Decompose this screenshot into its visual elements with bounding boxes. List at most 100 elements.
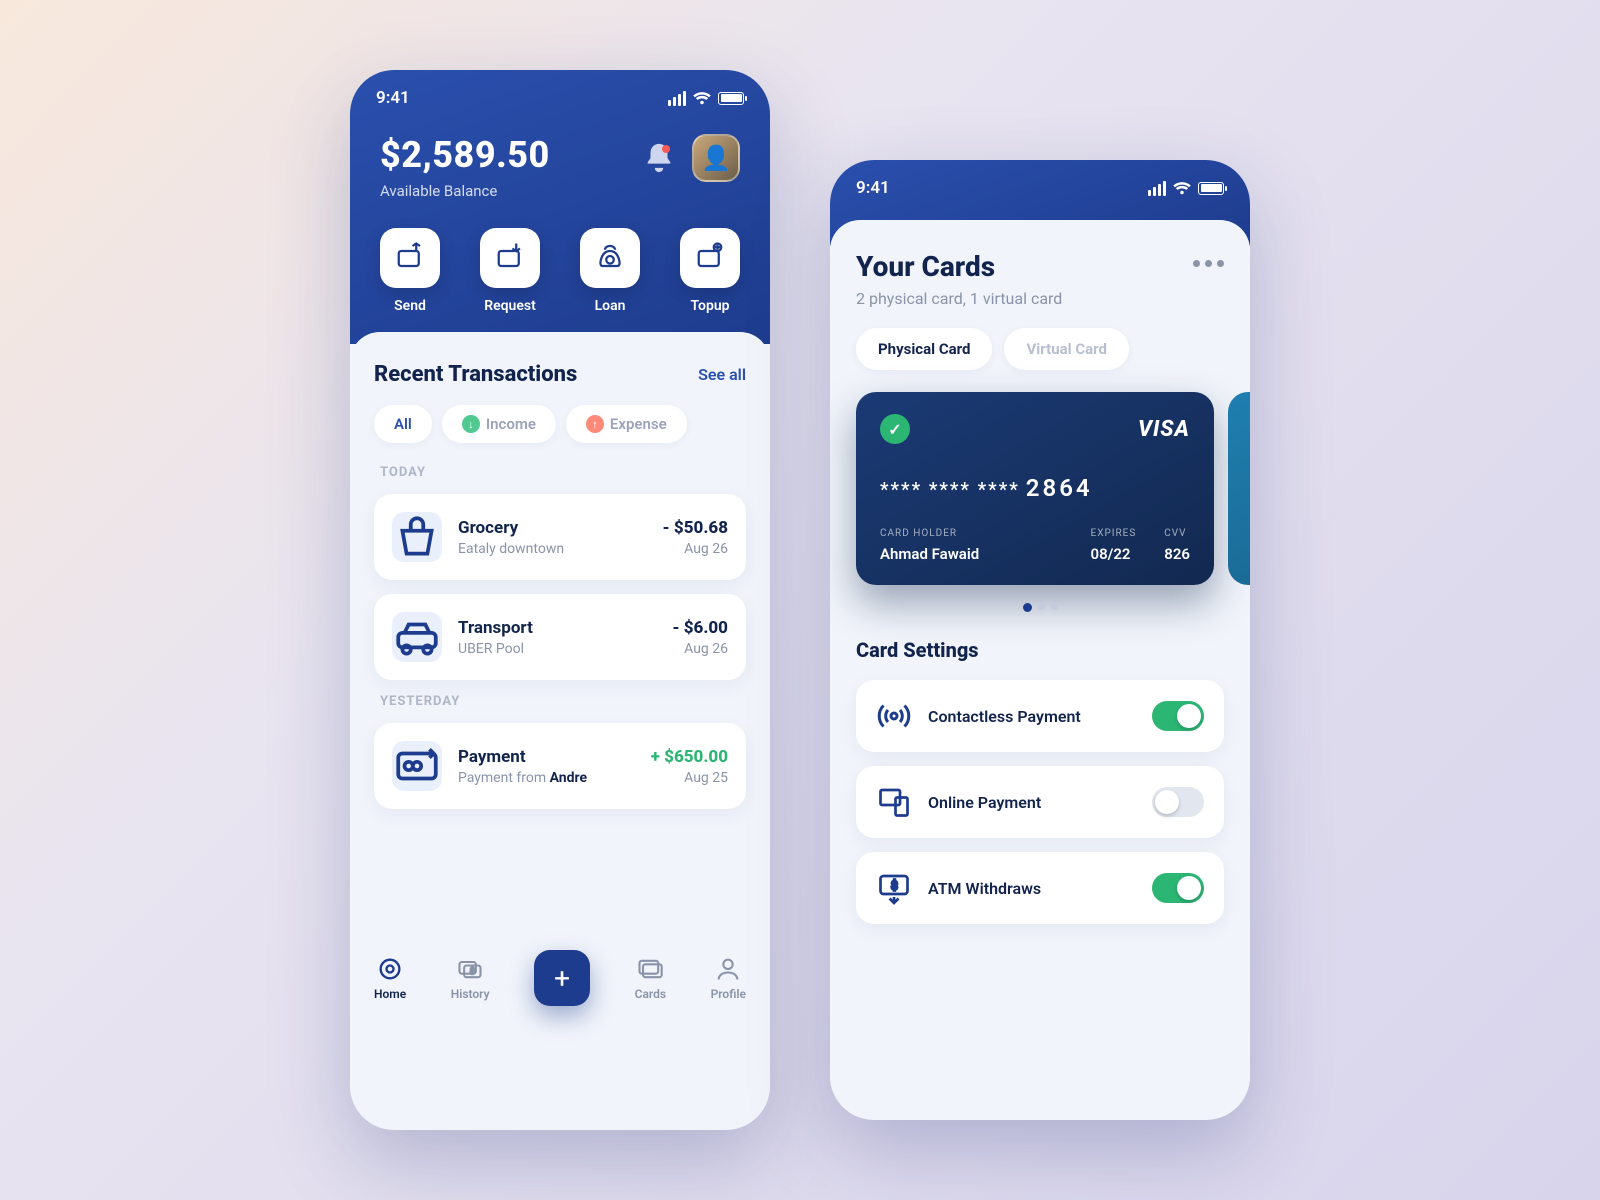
cvv-value: 826 (1164, 545, 1190, 563)
cvv-label: CVV (1164, 528, 1190, 539)
cards-icon (636, 955, 664, 983)
tab-profile[interactable]: Profile (711, 955, 746, 1001)
svg-text:$: $ (891, 879, 898, 893)
setting-label: Online Payment (928, 793, 1136, 812)
tx-amount: + $650.00 (651, 747, 728, 767)
action-label: Request (484, 298, 536, 314)
status-time: 9:41 (856, 178, 890, 198)
phone-cards: 9:41 Your Cards 2 physical card, 1 virtu… (830, 160, 1250, 1120)
quick-actions: Send Request Loan Topup (350, 206, 770, 314)
home-header: 9:41 $2,589.50 Available Balance 👤 (350, 70, 770, 344)
wifi-icon (1173, 181, 1191, 195)
toggle-contactless[interactable] (1152, 701, 1204, 731)
next-card-peek[interactable] (1228, 392, 1250, 585)
request-icon (495, 241, 525, 275)
action-topup[interactable]: Topup (680, 228, 740, 314)
grocery-icon (392, 512, 442, 562)
income-icon: ↓ (462, 415, 480, 433)
status-bar: 9:41 (830, 160, 1250, 206)
expense-icon: ↑ (586, 415, 604, 433)
battery-icon (1198, 182, 1224, 195)
tx-amount: - $6.00 (672, 618, 728, 638)
home-icon (376, 955, 404, 983)
expires-label: EXPIRES (1091, 528, 1137, 539)
tx-subtitle: Eataly downtown (458, 541, 647, 557)
tx-title: Grocery (458, 518, 647, 538)
setting-online: Online Payment (856, 766, 1224, 838)
action-request[interactable]: Request (480, 228, 540, 314)
home-content: Recent Transactions See all All ↓Income … (350, 332, 770, 1032)
tx-amount: - $50.68 (663, 518, 728, 538)
avatar[interactable]: 👤 (692, 134, 740, 182)
visa-logo: VISA (1138, 417, 1190, 442)
wifi-icon (693, 91, 711, 105)
tx-title: Transport (458, 618, 656, 638)
online-icon (876, 784, 912, 820)
transaction-item[interactable]: Payment Payment from Andre + $650.00 Aug… (374, 723, 746, 809)
transaction-filters: All ↓Income ↑Expense (374, 405, 746, 443)
status-time: 9:41 (376, 88, 410, 108)
pill-physical[interactable]: Physical Card (856, 328, 992, 370)
tab-history[interactable]: $ History (451, 955, 490, 1001)
credit-card[interactable]: ✓ VISA **** **** ****2864 CARD HOLDER Ah… (856, 392, 1214, 585)
notifications-button[interactable] (642, 141, 676, 175)
profile-icon (714, 955, 742, 983)
filter-expense[interactable]: ↑Expense (566, 405, 687, 443)
balance-amount: $2,589.50 (380, 134, 550, 176)
action-label: Send (394, 298, 426, 314)
status-bar: 9:41 (350, 70, 770, 116)
setting-contactless: Contactless Payment (856, 680, 1224, 752)
balance: $2,589.50 Available Balance (380, 134, 550, 200)
your-cards-subtitle: 2 physical card, 1 virtual card (856, 289, 1062, 308)
add-button[interactable]: + (534, 950, 590, 1006)
group-yesterday: YESTERDAY (380, 694, 740, 709)
filter-income[interactable]: ↓Income (442, 405, 556, 443)
filter-all[interactable]: All (374, 405, 432, 443)
tx-date: Aug 26 (663, 541, 728, 557)
expires-value: 08/22 (1091, 545, 1137, 563)
group-today: TODAY (380, 465, 740, 480)
balance-label: Available Balance (380, 182, 550, 200)
status-indicators (668, 91, 744, 106)
transaction-item[interactable]: Transport UBER Pool - $6.00 Aug 26 (374, 594, 746, 680)
cellular-icon (668, 91, 686, 106)
cards-content: Your Cards 2 physical card, 1 virtual ca… (830, 220, 1250, 1090)
setting-label: ATM Withdraws (928, 879, 1136, 898)
card-number: **** **** ****2864 (880, 474, 1190, 502)
tab-cards[interactable]: Cards (635, 955, 666, 1001)
holder-label: CARD HOLDER (880, 528, 1063, 539)
phone-home: 9:41 $2,589.50 Available Balance 👤 (350, 70, 770, 1130)
plus-icon: + (554, 962, 570, 995)
tx-date: Aug 26 (672, 641, 728, 657)
holder-value: Ahmad Fawaid (880, 545, 1063, 563)
check-icon: ✓ (880, 414, 910, 444)
action-loan[interactable]: Loan (580, 228, 640, 314)
tx-subtitle: Payment from Andre (458, 770, 635, 786)
card-pagination (856, 603, 1224, 612)
atm-icon: $ (876, 870, 912, 906)
tx-date: Aug 25 (651, 770, 728, 786)
contactless-icon (876, 698, 912, 734)
toggle-atm[interactable] (1152, 873, 1204, 903)
transaction-item[interactable]: Grocery Eataly downtown - $50.68 Aug 26 (374, 494, 746, 580)
pill-virtual[interactable]: Virtual Card (1004, 328, 1128, 370)
see-all-link[interactable]: See all (698, 365, 746, 384)
setting-label: Contactless Payment (928, 707, 1136, 726)
setting-atm: $ ATM Withdraws (856, 852, 1224, 924)
recent-transactions-title: Recent Transactions (374, 362, 577, 387)
topup-icon (695, 241, 725, 275)
toggle-online[interactable] (1152, 787, 1204, 817)
action-label: Topup (690, 298, 729, 314)
status-indicators (1148, 181, 1224, 196)
card-type-tabs: Physical Card Virtual Card (856, 328, 1224, 370)
action-send[interactable]: Send (380, 228, 440, 314)
loan-icon (595, 241, 625, 275)
transport-icon (392, 612, 442, 662)
battery-icon (718, 92, 744, 105)
tx-title: Payment (458, 747, 635, 767)
notification-badge (662, 145, 670, 153)
send-icon (395, 241, 425, 275)
tab-home[interactable]: Home (374, 955, 406, 1001)
payment-icon (392, 741, 442, 791)
more-button[interactable] (1193, 250, 1224, 267)
